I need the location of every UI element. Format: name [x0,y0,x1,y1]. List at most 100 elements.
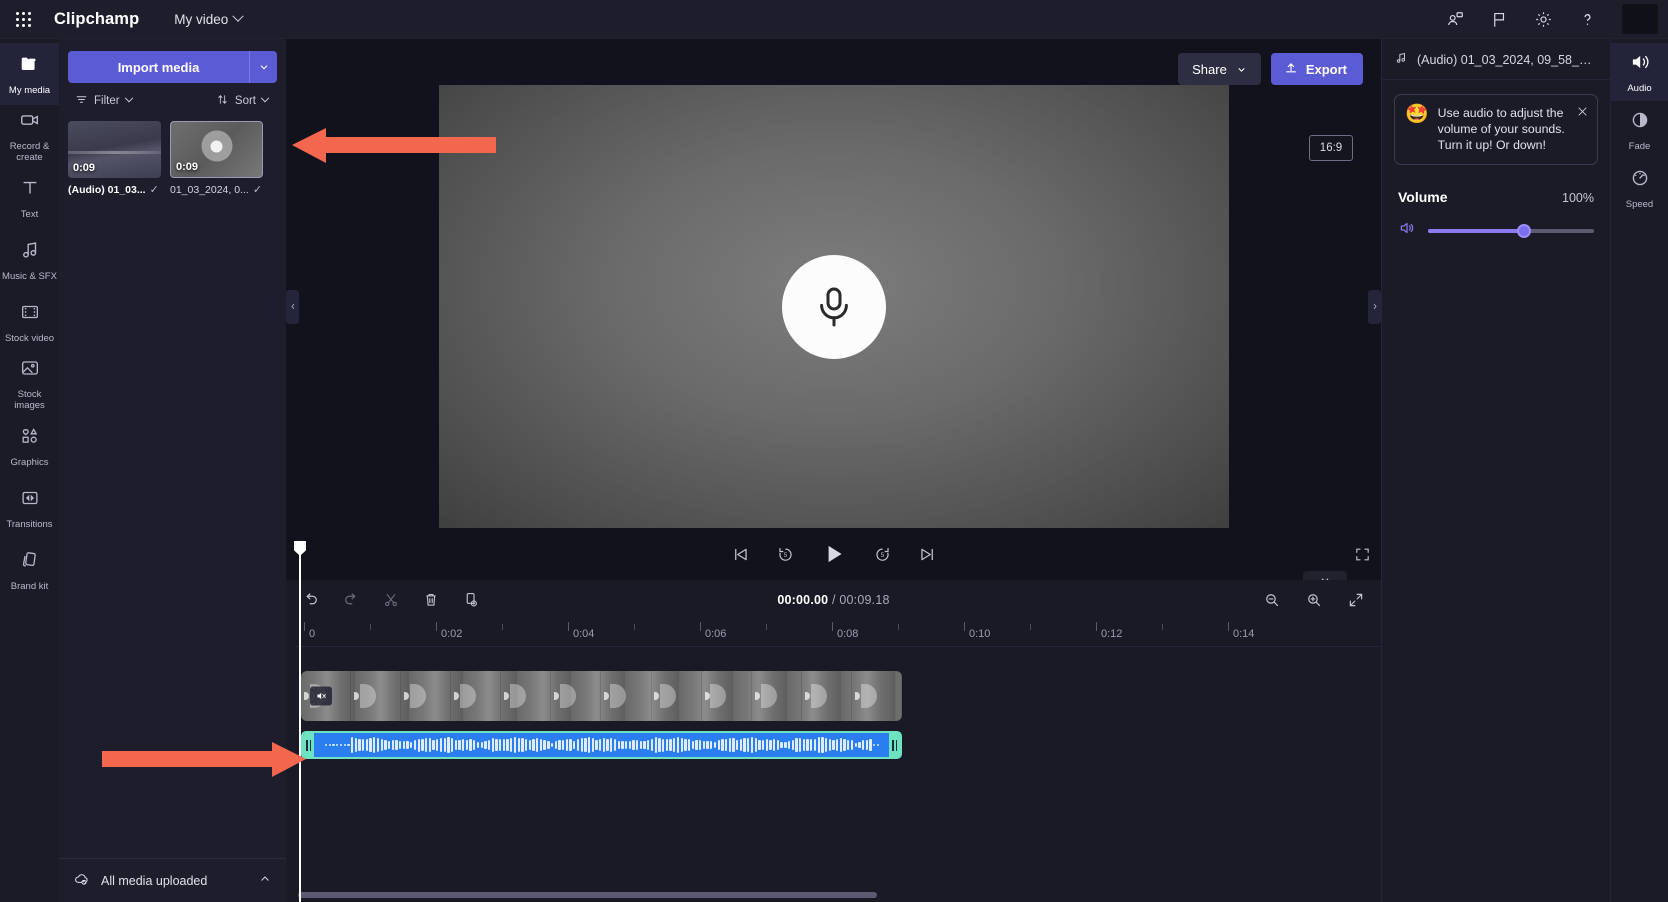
skip-to-end-icon[interactable] [918,545,937,564]
transitions-icon [19,487,41,514]
ruler-tick-label: 0:02 [441,628,463,640]
filter-sort-row: Filter Sort [59,83,286,117]
timeline-horizontal-scrollbar[interactable] [298,892,1371,898]
brand-title: Clipchamp [54,9,140,28]
import-media-button[interactable]: Import media [68,51,249,83]
flag-feedback-icon[interactable] [1484,4,1514,34]
chevron-up-icon[interactable] [258,872,272,889]
media-thumbnail[interactable]: 0:09 [170,121,263,178]
app-launcher-icon[interactable] [6,2,40,36]
prop-tab-label: Audio [1627,82,1652,94]
sidebar-item-music-sfx[interactable]: Music & SFX [0,229,59,291]
cloud-check-icon [73,870,91,891]
user-avatar[interactable] [1622,4,1658,34]
import-media-dropdown-caret[interactable] [249,51,277,83]
prop-tab-audio[interactable]: Audio [1611,43,1668,101]
timeline-edit-tools [300,589,482,611]
audio-waveform [303,733,900,757]
play-button[interactable] [821,541,847,567]
timeline-tracks[interactable] [286,647,1381,902]
media-duration: 0:09 [73,162,96,174]
media-item-label-row: (Audio) 01_03... ✓ [68,183,161,197]
sidebar-item-stock-video[interactable]: Stock video [0,291,59,353]
redo-icon[interactable] [340,589,362,611]
close-icon[interactable] [1576,105,1589,120]
volume-slider-knob[interactable] [1517,223,1532,238]
properties-title: (Audio) 01_03_2024, 09_58_47 - ... [1417,52,1598,67]
media-duration: 0:09 [176,161,199,173]
sidebar-item-text[interactable]: Text [0,167,59,229]
prop-tab-speed[interactable]: Speed [1611,159,1668,217]
current-time: 00:00.00 [777,592,829,607]
my-media-panel: Import media Filter Sort 0:09 (Audio) 01… [59,39,286,902]
image-icon [19,357,41,384]
svg-text:5: 5 [783,552,787,559]
media-item-name: (Audio) 01_03... [68,183,146,196]
import-media-row: Import media [59,39,286,83]
left-nav-rail: My media Record & create Text Music & SF… [0,39,59,902]
rewind-5-seconds-icon[interactable]: 5 [776,545,795,564]
prop-tab-fade[interactable]: Fade [1611,101,1668,159]
project-name-label: My video [174,11,229,27]
player-controls: 5 5 [286,528,1381,588]
camera-icon [19,109,41,136]
sort-button[interactable]: Sort [212,91,272,111]
zoom-in-icon[interactable] [1303,589,1325,611]
stage-actions: Share Export [286,39,1381,85]
trim-handle-right[interactable] [889,733,900,757]
scissors-icon[interactable] [380,589,402,611]
filter-label: Filter [94,95,120,107]
sidebar-item-transitions[interactable]: Transitions [0,477,59,539]
aspect-ratio-button[interactable]: 16:9 [1309,135,1353,161]
undo-icon[interactable] [300,589,322,611]
speaker-mute-icon[interactable] [310,686,332,706]
sidebar-item-label: Music & SFX [2,270,57,282]
settings-gear-icon[interactable] [1528,4,1558,34]
editor-body: My media Record & create Text Music & SF… [0,39,1668,902]
export-button[interactable]: Export [1270,53,1363,85]
collapse-left-panel-button[interactable] [286,289,299,324]
ruler-tick-label: 0:06 [705,628,727,640]
zoom-out-icon[interactable] [1261,589,1283,611]
sidebar-item-stock-images[interactable]: Stock images [0,353,59,415]
clipchamp-editor: Clipchamp My video My media Record & cre… [0,0,1668,902]
fit-to-screen-icon[interactable] [1345,589,1367,611]
media-thumbnail[interactable]: 0:09 [68,121,161,178]
microphone-preview-icon [201,130,232,162]
skip-to-start-icon[interactable] [731,545,750,564]
timeline-video-clip[interactable] [301,671,902,721]
fullscreen-button[interactable] [1343,537,1381,571]
trash-icon[interactable] [420,589,442,611]
forward-5-seconds-icon[interactable]: 5 [873,545,892,564]
timeline-ruler[interactable]: 0 0:02 0:04 0:06 0:08 0:10 0:12 0:14 [296,619,1381,647]
volume-header: Volume 100% [1382,165,1610,205]
media-item-video: 0:09 01_03_2024, 0... ✓ [170,121,263,196]
chevron-down-icon [232,10,244,22]
sidebar-item-my-media[interactable]: My media [0,43,59,105]
duplicate-icon[interactable] [460,589,482,611]
media-item-label-row: 01_03_2024, 0... ✓ [170,183,263,197]
help-icon[interactable] [1572,4,1602,34]
sidebar-item-label: Brand kit [10,580,49,592]
music-note-icon [19,239,41,266]
sidebar-item-record-create[interactable]: Record & create [0,105,59,167]
chevron-down-icon [260,93,270,103]
share-button[interactable]: Share [1178,53,1261,85]
filter-icon [75,93,88,109]
video-preview[interactable] [438,85,1229,528]
volume-label: Volume [1398,189,1448,205]
collaborate-icon[interactable] [1440,4,1470,34]
filter-button[interactable]: Filter [71,91,136,111]
sidebar-item-label: Graphics [10,456,49,468]
sidebar-item-graphics[interactable]: Graphics [0,415,59,477]
upload-status-bar[interactable]: All media uploaded [59,858,286,902]
volume-slider[interactable] [1428,223,1594,238]
sidebar-item-brand-kit[interactable]: Brand kit [0,539,59,601]
expand-right-panel-button[interactable] [1368,289,1381,324]
timeline-audio-clip[interactable] [301,731,902,759]
timeline-zoom-tools [1261,589,1367,611]
tip-text: Use audio to adjust the volume of your s… [1437,106,1565,152]
trim-handle-left[interactable] [303,733,314,757]
speaker-icon[interactable] [1398,219,1416,242]
project-name-menu[interactable]: My video [167,8,249,31]
